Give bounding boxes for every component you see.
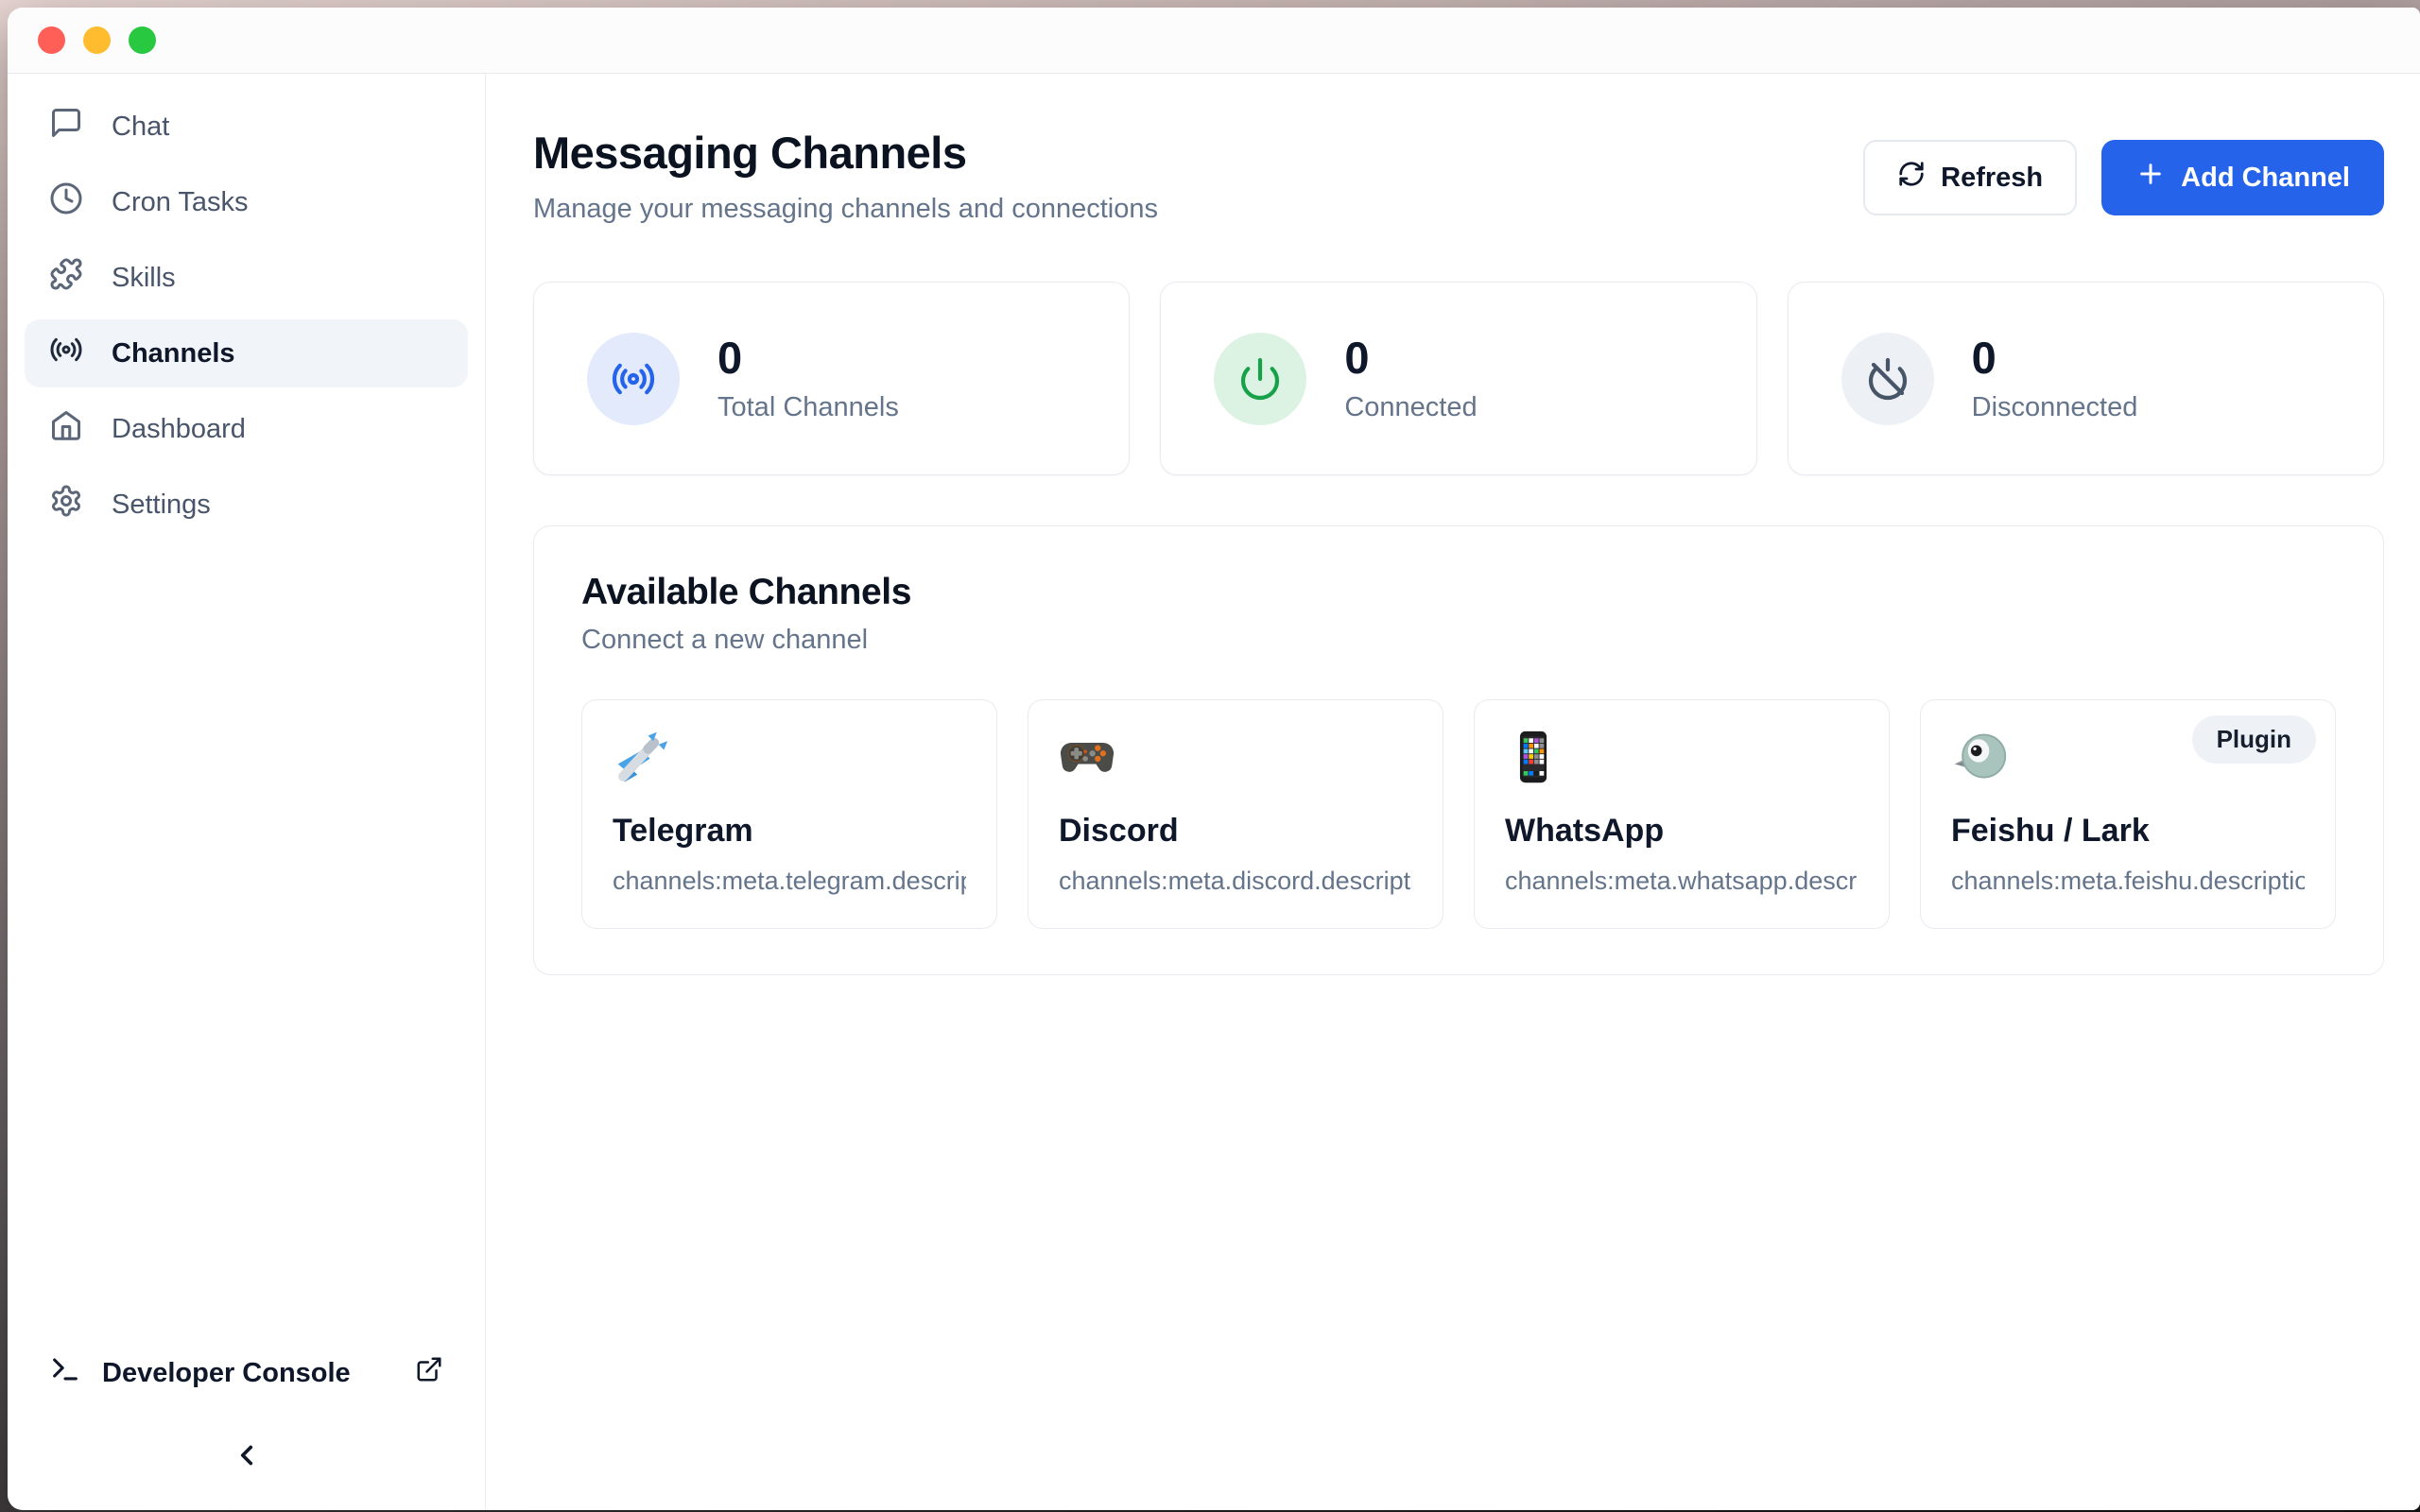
sidebar-item-settings[interactable]: Settings — [25, 471, 468, 539]
available-channels-title: Available Channels — [581, 572, 2336, 613]
stats-row: 0 Total Channels 0 Connected — [533, 282, 2384, 475]
broadcast-icon — [587, 333, 680, 425]
add-channel-label: Add Channel — [2181, 163, 2350, 194]
broadcast-icon — [49, 333, 83, 374]
refresh-icon — [1897, 160, 1926, 196]
sidebar-item-chat[interactable]: Chat — [25, 93, 468, 161]
page-header: Messaging Channels Manage your messaging… — [533, 127, 2384, 225]
plugin-badge: Plugin — [2192, 715, 2316, 764]
available-channels-panel: Available Channels Connect a new channel… — [533, 525, 2384, 975]
stat-value: 0 — [1344, 334, 1477, 383]
power-icon — [1214, 333, 1306, 425]
refresh-label: Refresh — [1941, 163, 2043, 194]
main-layout: Chat Cron Tasks Skills Channels Dashboar… — [8, 74, 2420, 1510]
sidebar-footer: Developer Console — [25, 1339, 468, 1482]
sidebar-item-dashboard[interactable]: Dashboard — [25, 395, 468, 463]
channel-name: WhatsApp — [1505, 813, 1858, 850]
external-link-icon[interactable] — [415, 1355, 443, 1391]
sidebar-collapse-button[interactable] — [25, 1407, 468, 1482]
channel-card-feishu[interactable]: Plugin Feishu / Lark channels:meta.feish… — [1920, 699, 2336, 929]
sidebar-item-channels[interactable]: Channels — [25, 319, 468, 387]
terminal-icon — [49, 1353, 81, 1393]
sidebar: Chat Cron Tasks Skills Channels Dashboar… — [8, 74, 486, 1510]
content-area: Messaging Channels Manage your messaging… — [486, 74, 2420, 1510]
sidebar-item-label: Skills — [112, 263, 176, 294]
power-off-icon — [1841, 333, 1934, 425]
chevron-left-icon — [231, 1439, 263, 1476]
stat-card-disconnected: 0 Disconnected — [1788, 282, 2384, 475]
bird-emoji — [1951, 729, 2008, 785]
app-window: Chat Cron Tasks Skills Channels Dashboar… — [8, 8, 2420, 1510]
page-subtitle: Manage your messaging channels and conne… — [533, 194, 1158, 225]
developer-console-label: Developer Console — [102, 1358, 351, 1389]
game-controller-emoji — [1059, 729, 1115, 785]
home-icon — [49, 408, 83, 450]
channel-grid: Telegram channels:meta.telegram.descript — [581, 699, 2336, 929]
titlebar — [8, 8, 2420, 74]
developer-console-link[interactable]: Developer Console — [25, 1339, 468, 1407]
channel-description: channels:meta.whatsapp.descrip — [1505, 867, 1858, 896]
sidebar-item-label: Cron Tasks — [112, 187, 249, 218]
clock-icon — [49, 181, 83, 223]
channel-card-whatsapp[interactable]: WhatsApp channels:meta.whatsapp.descrip — [1474, 699, 1890, 929]
channel-card-telegram[interactable]: Telegram channels:meta.telegram.descript — [581, 699, 997, 929]
mobile-phone-emoji — [1505, 729, 1562, 785]
stat-label: Connected — [1344, 392, 1477, 423]
minimize-button[interactable] — [83, 26, 111, 54]
chat-icon — [49, 106, 83, 147]
stat-label: Disconnected — [1972, 392, 2138, 423]
sidebar-item-label: Chat — [112, 112, 169, 143]
sidebar-item-label: Settings — [112, 490, 211, 521]
header-actions: Refresh Add Channel — [1863, 140, 2384, 215]
channel-card-discord[interactable]: Discord channels:meta.discord.descriptio — [1028, 699, 1443, 929]
sidebar-item-label: Channels — [112, 338, 235, 369]
stat-card-total-channels: 0 Total Channels — [533, 282, 1130, 475]
channel-name: Telegram — [613, 813, 966, 850]
channel-description: channels:meta.feishu.description — [1951, 867, 2305, 896]
maximize-button[interactable] — [129, 26, 156, 54]
channel-description: channels:meta.telegram.descript — [613, 867, 966, 896]
sidebar-item-label: Dashboard — [112, 414, 246, 445]
available-channels-subtitle: Connect a new channel — [581, 625, 2336, 656]
refresh-button[interactable]: Refresh — [1863, 140, 2077, 215]
sidebar-item-skills[interactable]: Skills — [25, 244, 468, 312]
add-channel-button[interactable]: Add Channel — [2101, 140, 2384, 215]
stat-label: Total Channels — [717, 392, 899, 423]
channel-description: channels:meta.discord.descriptio — [1059, 867, 1412, 896]
stat-card-connected: 0 Connected — [1160, 282, 1756, 475]
stat-value: 0 — [1972, 334, 2138, 383]
channel-name: Feishu / Lark — [1951, 813, 2305, 850]
channel-name: Discord — [1059, 813, 1412, 850]
plus-icon — [2135, 159, 2166, 197]
puzzle-icon — [49, 257, 83, 299]
gear-icon — [49, 484, 83, 525]
sidebar-item-cron-tasks[interactable]: Cron Tasks — [25, 168, 468, 236]
stat-value: 0 — [717, 334, 899, 383]
page-title: Messaging Channels — [533, 127, 1158, 179]
close-button[interactable] — [38, 26, 65, 54]
airplane-emoji — [613, 729, 669, 785]
